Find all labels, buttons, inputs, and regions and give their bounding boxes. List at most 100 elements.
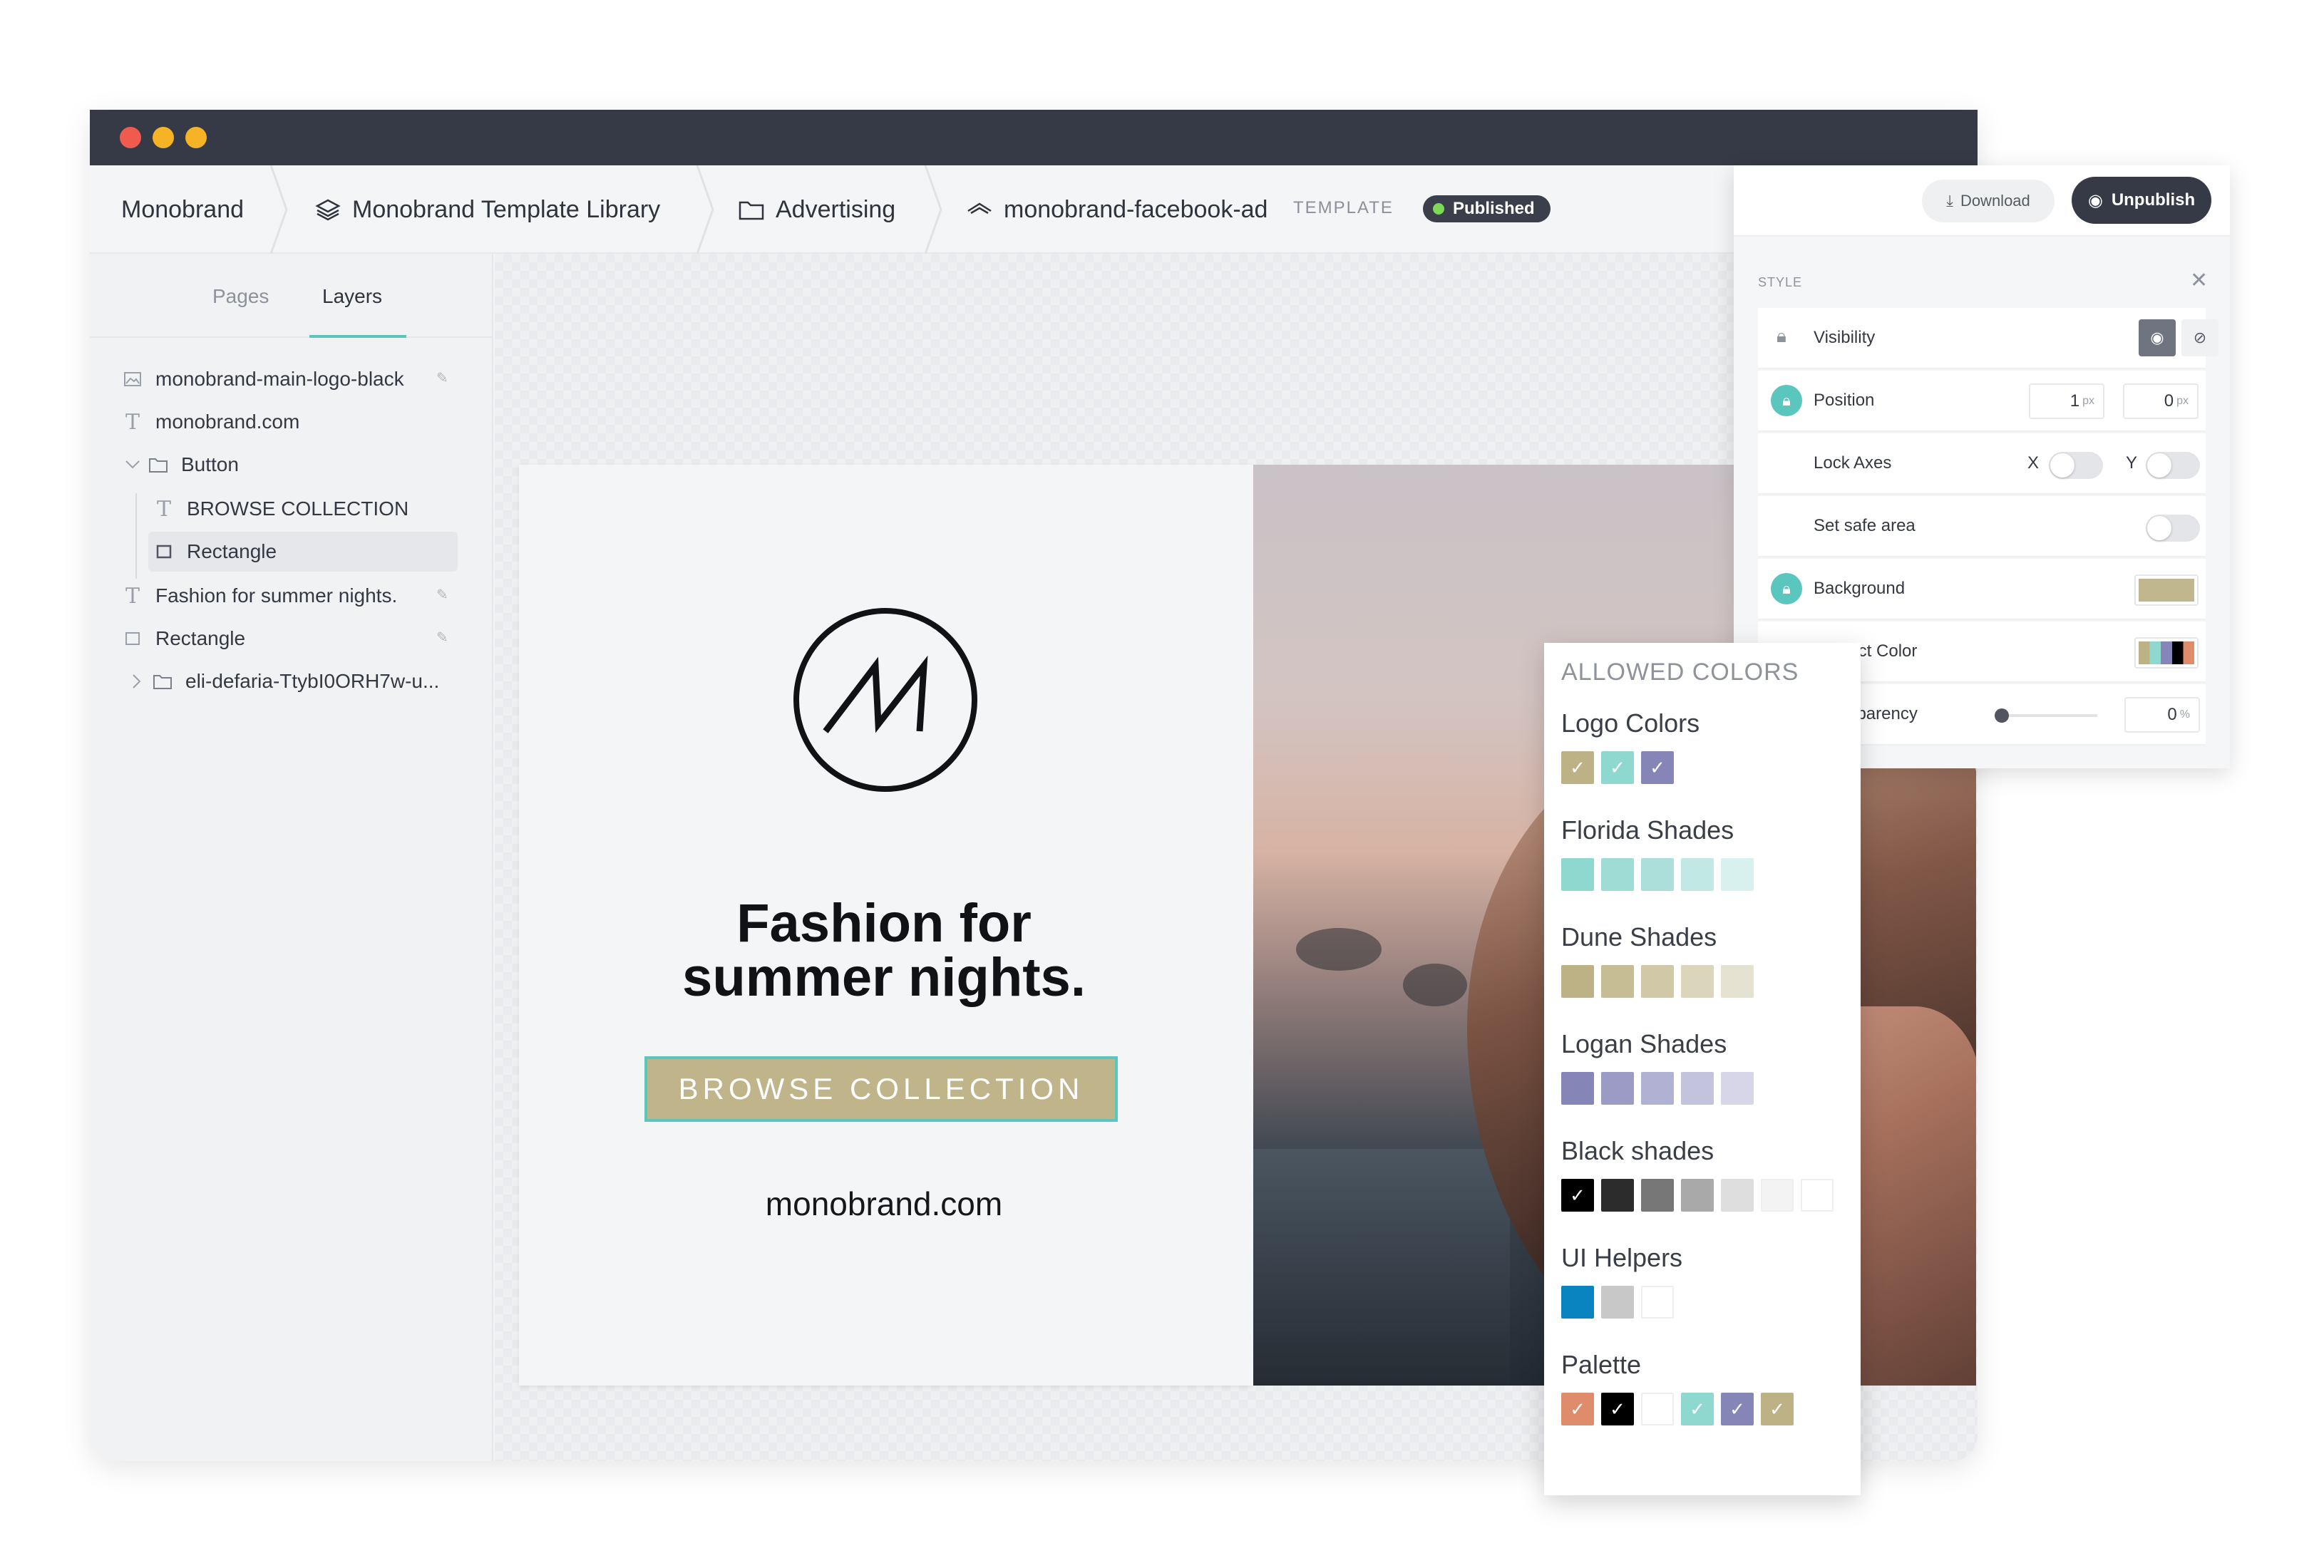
color-swatch[interactable]: ✓ (1641, 751, 1674, 784)
monobrand-logo[interactable] (791, 606, 980, 798)
color-swatch[interactable] (1641, 1393, 1674, 1425)
lock-y-toggle[interactable] (2146, 452, 2200, 479)
chevron-down-icon[interactable] (123, 455, 143, 475)
restrict-color-swatch[interactable] (2134, 637, 2199, 669)
lock-icon[interactable]: 🔒︎ (1777, 325, 1786, 348)
browse-collection-button[interactable]: BROWSE COLLECTION (644, 1056, 1118, 1122)
color-swatch[interactable]: ✓ (1761, 1393, 1794, 1425)
eye-off-icon: ◉ (2087, 190, 2103, 210)
layer-label: Rectangle (155, 627, 246, 649)
visible-eye-icon[interactable]: ◉ (2139, 319, 2176, 356)
color-swatch[interactable]: ✓ (1601, 1393, 1634, 1425)
color-swatch[interactable] (1561, 858, 1594, 891)
position-x-value: 1 (2070, 391, 2080, 411)
color-swatch[interactable]: ✓ (1561, 751, 1594, 784)
layer-label: monobrand.com (155, 411, 300, 433)
breadcrumb-separator (922, 165, 944, 254)
folder-icon (153, 671, 173, 691)
style-section-title: STYLE (1758, 275, 1803, 289)
hidden-eye-icon[interactable]: ⊘ (2181, 319, 2218, 356)
color-swatch[interactable] (1561, 965, 1594, 998)
color-swatch[interactable]: ✓ (1561, 1179, 1594, 1212)
color-swatch[interactable] (1641, 1179, 1674, 1212)
chevron-right-icon[interactable] (127, 671, 147, 691)
position-label: Position (1814, 391, 1875, 410)
transparency-slider[interactable] (2000, 714, 2097, 717)
color-swatch[interactable]: ✓ (1561, 1393, 1594, 1425)
color-swatch[interactable] (1721, 1179, 1754, 1212)
pencil-icon[interactable]: ✎ (436, 369, 448, 387)
color-swatch[interactable] (1601, 1286, 1634, 1319)
color-swatch[interactable] (1641, 858, 1674, 891)
color-swatch[interactable] (1601, 965, 1634, 998)
unit-label: px (2082, 395, 2094, 407)
layer-item-headline[interactable]: T Fashion for summer nights. (123, 576, 458, 616)
color-swatch[interactable] (1681, 965, 1714, 998)
ad-headline[interactable]: Fashion for summer nights. (627, 897, 1141, 1005)
status-label: Published (1453, 199, 1535, 218)
checkmark-icon: ✓ (1690, 1398, 1705, 1420)
folder-icon (148, 455, 168, 475)
breadcrumb-folder[interactable]: Advertising (739, 165, 895, 254)
breadcrumb-file[interactable]: monobrand-facebook-ad (967, 165, 1268, 254)
color-swatch[interactable]: ✓ (1721, 1393, 1754, 1425)
color-swatch[interactable] (1721, 858, 1754, 891)
layer-item-url[interactable]: T monobrand.com (123, 402, 458, 442)
color-swatch[interactable] (1601, 1072, 1634, 1105)
checkmark-icon: ✓ (1570, 1398, 1585, 1420)
safe-area-toggle[interactable] (2146, 515, 2200, 542)
breadcrumb-root[interactable]: Monobrand (121, 165, 244, 254)
title-bar (90, 110, 1978, 165)
color-swatch[interactable] (1601, 858, 1634, 891)
layer-item-cta-text[interactable]: T BROWSE COLLECTION (154, 489, 458, 529)
transparency-field[interactable]: 0 % (2124, 697, 2200, 733)
color-swatch[interactable] (1641, 1286, 1674, 1319)
breadcrumb-library[interactable]: Monobrand Template Library (315, 165, 660, 254)
layer-item-button-group[interactable]: Button (123, 445, 458, 485)
color-swatch[interactable] (1561, 1286, 1594, 1319)
close-icon[interactable]: ✕ (2190, 268, 2208, 293)
color-swatch[interactable] (1641, 1072, 1674, 1105)
background-label: Background (1814, 579, 1906, 598)
unpublish-label: Unpublish (2111, 190, 2196, 210)
transparency-slider-thumb[interactable] (1995, 708, 2009, 723)
status-badge: Published (1423, 195, 1551, 222)
lock-icon[interactable]: 🔒︎ (1771, 385, 1802, 416)
lock-icon[interactable]: 🔒︎ (1771, 573, 1802, 604)
layer-label: Rectangle (187, 540, 277, 562)
pencil-icon[interactable]: ✎ (436, 586, 448, 604)
checkmark-icon: ✓ (1610, 1398, 1625, 1420)
text-icon: T (125, 409, 140, 435)
layer-item-photo-group[interactable]: eli-defaria-TtybI0ORH7w-u... (127, 661, 458, 701)
color-swatch[interactable] (1681, 1179, 1714, 1212)
download-button[interactable]: ⤓ Download (1922, 180, 2055, 222)
color-swatch[interactable]: ✓ (1601, 751, 1634, 784)
minimize-window-button[interactable] (153, 127, 174, 148)
pencil-icon[interactable]: ✎ (436, 629, 448, 646)
position-x-field[interactable]: 1 px (2029, 383, 2104, 419)
maximize-window-button[interactable] (185, 127, 207, 148)
color-swatch[interactable] (1601, 1179, 1634, 1212)
download-icon: ⤓ (1946, 192, 1953, 210)
layer-item-rectangle[interactable]: Rectangle (123, 619, 458, 659)
color-swatch[interactable] (1561, 1072, 1594, 1105)
background-color-swatch[interactable] (2134, 574, 2199, 606)
layer-item-logo[interactable]: monobrand-main-logo-black (123, 359, 458, 399)
color-swatch[interactable] (1721, 965, 1754, 998)
unpublish-button[interactable]: ◉ Unpublish (2072, 177, 2211, 224)
color-swatch[interactable] (1681, 1072, 1714, 1105)
tab-pages[interactable]: Pages (212, 285, 269, 308)
layer-item-rectangle-selected[interactable]: Rectangle (148, 532, 458, 572)
color-swatch[interactable]: ✓ (1681, 1393, 1714, 1425)
color-swatch[interactable] (1681, 858, 1714, 891)
ad-url[interactable]: monobrand.com (642, 1185, 1126, 1223)
color-swatch[interactable] (1721, 1072, 1754, 1105)
lock-x-toggle[interactable] (2049, 452, 2103, 479)
position-y-field[interactable]: 0 px (2123, 383, 2199, 419)
close-window-button[interactable] (120, 127, 141, 148)
tab-layers[interactable]: Layers (322, 285, 382, 308)
color-swatch[interactable] (1641, 965, 1674, 998)
color-swatch[interactable] (1801, 1179, 1834, 1212)
color-swatch[interactable] (1761, 1179, 1794, 1212)
transparency-value: 0 (2167, 705, 2177, 724)
